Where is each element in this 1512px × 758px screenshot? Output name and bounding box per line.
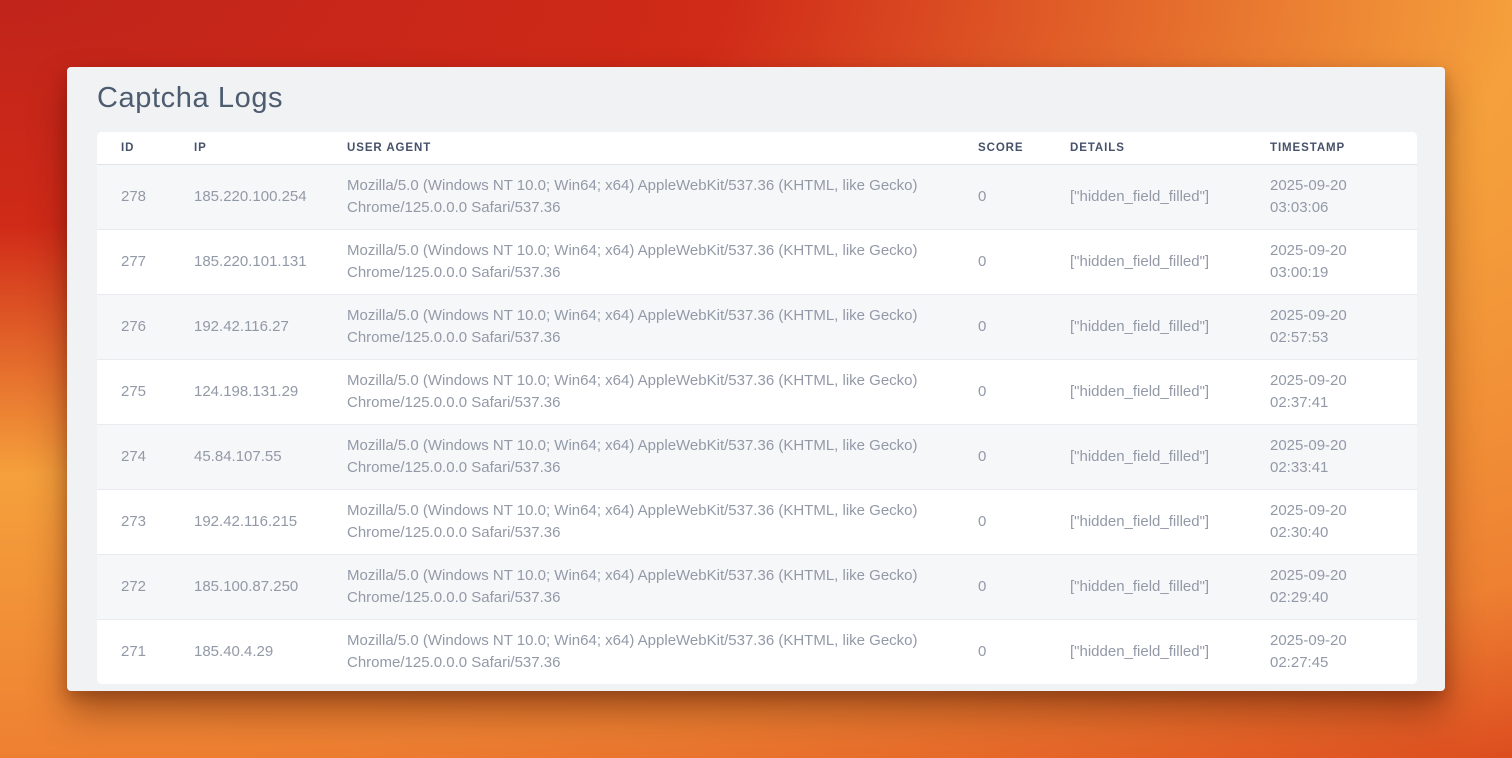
cell-timestamp: 2025-09-20 02:57:53 (1246, 295, 1417, 360)
cell-details: ["hidden_field_filled"] (1046, 425, 1246, 490)
cell-score: 0 (954, 620, 1046, 685)
table-row: 275 124.198.131.29 Mozilla/5.0 (Windows … (97, 360, 1417, 425)
table-row: 274 45.84.107.55 Mozilla/5.0 (Windows NT… (97, 425, 1417, 490)
cell-ip: 45.84.107.55 (170, 425, 323, 490)
cell-id: 272 (97, 555, 170, 620)
cell-timestamp: 2025-09-20 02:37:41 (1246, 360, 1417, 425)
cell-ip: 185.40.4.29 (170, 620, 323, 685)
cell-details: ["hidden_field_filled"] (1046, 620, 1246, 685)
table-header-row: ID IP USER AGENT SCORE DETAILS TIMESTAMP (97, 132, 1417, 165)
logs-table: ID IP USER AGENT SCORE DETAILS TIMESTAMP… (97, 132, 1417, 684)
cell-user-agent: Mozilla/5.0 (Windows NT 10.0; Win64; x64… (323, 165, 954, 230)
cell-user-agent: Mozilla/5.0 (Windows NT 10.0; Win64; x64… (323, 620, 954, 685)
cell-id: 274 (97, 425, 170, 490)
cell-timestamp: 2025-09-20 03:03:06 (1246, 165, 1417, 230)
cell-timestamp: 2025-09-20 03:00:19 (1246, 230, 1417, 295)
table-row: 276 192.42.116.27 Mozilla/5.0 (Windows N… (97, 295, 1417, 360)
column-header-ip: IP (170, 132, 323, 165)
cell-ip: 185.220.100.254 (170, 165, 323, 230)
table-row: 273 192.42.116.215 Mozilla/5.0 (Windows … (97, 490, 1417, 555)
cell-score: 0 (954, 230, 1046, 295)
table-row: 272 185.100.87.250 Mozilla/5.0 (Windows … (97, 555, 1417, 620)
cell-ip: 124.198.131.29 (170, 360, 323, 425)
cell-score: 0 (954, 295, 1046, 360)
cell-user-agent: Mozilla/5.0 (Windows NT 10.0; Win64; x64… (323, 490, 954, 555)
column-header-id: ID (97, 132, 170, 165)
cell-user-agent: Mozilla/5.0 (Windows NT 10.0; Win64; x64… (323, 555, 954, 620)
cell-user-agent: Mozilla/5.0 (Windows NT 10.0; Win64; x64… (323, 295, 954, 360)
cell-details: ["hidden_field_filled"] (1046, 295, 1246, 360)
cell-score: 0 (954, 490, 1046, 555)
cell-id: 275 (97, 360, 170, 425)
cell-details: ["hidden_field_filled"] (1046, 490, 1246, 555)
cell-id: 271 (97, 620, 170, 685)
column-header-details: DETAILS (1046, 132, 1246, 165)
cell-user-agent: Mozilla/5.0 (Windows NT 10.0; Win64; x64… (323, 360, 954, 425)
cell-user-agent: Mozilla/5.0 (Windows NT 10.0; Win64; x64… (323, 425, 954, 490)
cell-score: 0 (954, 360, 1046, 425)
cell-score: 0 (954, 555, 1046, 620)
cell-timestamp: 2025-09-20 02:30:40 (1246, 490, 1417, 555)
column-header-user-agent: USER AGENT (323, 132, 954, 165)
cell-user-agent: Mozilla/5.0 (Windows NT 10.0; Win64; x64… (323, 230, 954, 295)
table-row: 277 185.220.101.131 Mozilla/5.0 (Windows… (97, 230, 1417, 295)
cell-ip: 192.42.116.215 (170, 490, 323, 555)
cell-timestamp: 2025-09-20 02:33:41 (1246, 425, 1417, 490)
column-header-score: SCORE (954, 132, 1046, 165)
cell-ip: 185.220.101.131 (170, 230, 323, 295)
cell-score: 0 (954, 425, 1046, 490)
captcha-logs-card: Captcha Logs ID IP USER AGENT SCORE DETA… (67, 67, 1445, 691)
cell-details: ["hidden_field_filled"] (1046, 165, 1246, 230)
cell-timestamp: 2025-09-20 02:27:45 (1246, 620, 1417, 685)
cell-id: 278 (97, 165, 170, 230)
cell-id: 277 (97, 230, 170, 295)
column-header-timestamp: TIMESTAMP (1246, 132, 1417, 165)
cell-ip: 185.100.87.250 (170, 555, 323, 620)
cell-id: 273 (97, 490, 170, 555)
logs-table-container: ID IP USER AGENT SCORE DETAILS TIMESTAMP… (97, 132, 1417, 684)
cell-details: ["hidden_field_filled"] (1046, 360, 1246, 425)
table-row: 271 185.40.4.29 Mozilla/5.0 (Windows NT … (97, 620, 1417, 685)
cell-score: 0 (954, 165, 1046, 230)
table-row: 278 185.220.100.254 Mozilla/5.0 (Windows… (97, 165, 1417, 230)
cell-ip: 192.42.116.27 (170, 295, 323, 360)
cell-timestamp: 2025-09-20 02:29:40 (1246, 555, 1417, 620)
cell-details: ["hidden_field_filled"] (1046, 555, 1246, 620)
cell-details: ["hidden_field_filled"] (1046, 230, 1246, 295)
cell-id: 276 (97, 295, 170, 360)
page-title: Captcha Logs (97, 82, 1445, 115)
